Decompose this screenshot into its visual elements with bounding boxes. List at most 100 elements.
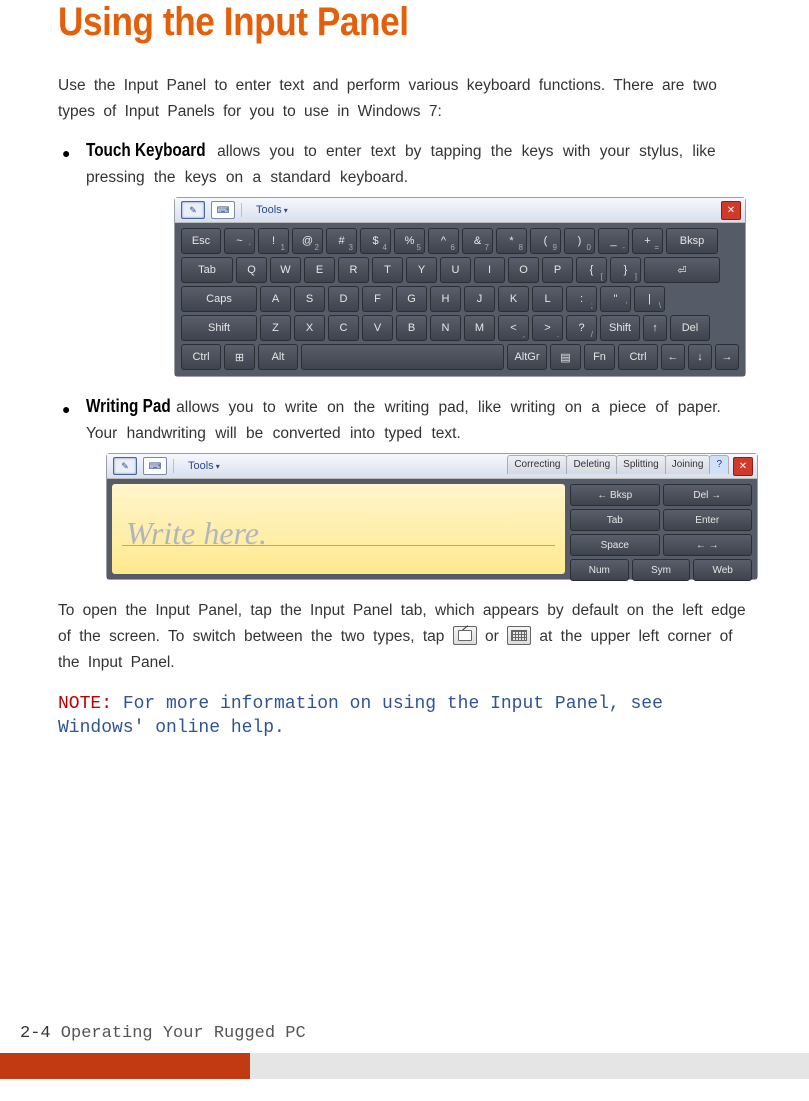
key[interactable]: < [498,315,529,341]
key[interactable]: } [610,257,641,283]
pad-key[interactable]: Space [570,534,660,556]
key[interactable]: ↑ [643,315,667,341]
key[interactable]: Z [260,315,291,341]
key[interactable]: E [304,257,335,283]
key[interactable]: @ [292,228,323,254]
key[interactable]: C [328,315,359,341]
key[interactable]: L [532,286,563,312]
key[interactable]: % [394,228,425,254]
key[interactable] [301,344,504,370]
writing-pad-panel: ✎ ⌨ Tools ▾ CorrectingDeletingSplittingJ… [106,453,758,580]
feature-writing-pad: ● Writing Pad allows you to write on the… [58,395,751,580]
key[interactable]: ⏎ [644,257,720,283]
intro-text: Use the Input Panel to enter text and pe… [58,73,751,125]
key[interactable]: T [372,257,403,283]
tools-menu[interactable]: Tools ▾ [256,204,288,216]
key[interactable]: Del [670,315,710,341]
key[interactable]: " [600,286,631,312]
key[interactable]: D [328,286,359,312]
tools-label: Tools [256,204,282,216]
key[interactable]: N [430,315,461,341]
help-button[interactable]: ? [709,455,729,474]
key[interactable]: Alt [258,344,298,370]
key[interactable]: U [440,257,471,283]
note-label: NOTE: [58,694,112,714]
key[interactable]: → [715,344,739,370]
key[interactable]: Shift [181,315,257,341]
key[interactable]: : [566,286,597,312]
key[interactable]: ~ [224,228,255,254]
key[interactable]: Caps [181,286,257,312]
key[interactable]: ! [258,228,289,254]
writing-area[interactable]: Write here. [112,484,565,574]
key[interactable]: & [462,228,493,254]
key[interactable]: Fn [584,344,615,370]
key[interactable]: G [396,286,427,312]
keyboard-mode-icon[interactable]: ⌨ [211,201,235,219]
pad-key[interactable]: ← → [663,534,753,556]
key[interactable]: Bksp [666,228,718,254]
key[interactable]: Ctrl [618,344,658,370]
pad-key[interactable]: Del → [663,484,753,506]
key[interactable]: { [576,257,607,283]
footer-title: Operating Your Rugged PC [51,1024,306,1043]
keyboard-keys: Esc~!@#$%^&*()_+Bksp TabQWERTYUIOP{}⏎ Ca… [175,223,745,376]
key[interactable]: F [362,286,393,312]
keyboard-mode-icon[interactable]: ⌨ [143,457,167,475]
pad-key[interactable]: Num [570,559,629,581]
note-text: For more information on using the Input … [58,694,663,738]
pad-help-tab[interactable]: Splitting [616,455,666,474]
pad-key[interactable]: Web [693,559,752,581]
key[interactable]: B [396,315,427,341]
pad-help-tab[interactable]: Deleting [566,455,617,474]
key[interactable]: _ [598,228,629,254]
key[interactable]: Esc [181,228,221,254]
key[interactable]: ⊞ [224,344,255,370]
key[interactable]: > [532,315,563,341]
key[interactable]: P [542,257,573,283]
key[interactable]: * [496,228,527,254]
open-instructions: To open the Input Panel, tap the Input P… [58,598,751,676]
key[interactable]: ^ [428,228,459,254]
close-button[interactable]: ✕ [721,201,741,220]
key[interactable]: O [508,257,539,283]
key[interactable]: S [294,286,325,312]
key[interactable]: M [464,315,495,341]
key[interactable]: I [474,257,505,283]
key[interactable]: Shift [600,315,640,341]
key[interactable]: W [270,257,301,283]
key[interactable]: H [430,286,461,312]
key[interactable]: J [464,286,495,312]
key[interactable]: ? [566,315,597,341]
pad-key[interactable]: ← Bksp [570,484,660,506]
close-button[interactable]: ✕ [733,457,753,476]
key[interactable]: Y [406,257,437,283]
pad-help-tab[interactable]: Correcting [507,455,567,474]
key[interactable]: K [498,286,529,312]
key[interactable]: # [326,228,357,254]
key[interactable]: $ [360,228,391,254]
key[interactable]: ← [661,344,685,370]
key[interactable]: R [338,257,369,283]
key[interactable]: | [634,286,665,312]
key[interactable]: ( [530,228,561,254]
key[interactable]: Ctrl [181,344,221,370]
key[interactable]: V [362,315,393,341]
key[interactable]: Q [236,257,267,283]
writing-mode-icon[interactable]: ✎ [113,457,137,475]
key[interactable]: ▤ [550,344,581,370]
pad-help-tab[interactable]: Joining [665,455,711,474]
key[interactable]: + [632,228,663,254]
pad-key[interactable]: Enter [663,509,753,531]
key[interactable]: A [260,286,291,312]
note: NOTE: For more information on using the … [58,692,751,740]
pad-key[interactable]: Sym [632,559,691,581]
tools-menu[interactable]: Tools ▾ [188,460,220,472]
key[interactable]: ↓ [688,344,712,370]
key[interactable]: AltGr [507,344,547,370]
key[interactable]: ) [564,228,595,254]
writing-mode-icon[interactable]: ✎ [181,201,205,219]
pad-key[interactable]: Tab [570,509,660,531]
key[interactable]: Tab [181,257,233,283]
key[interactable]: X [294,315,325,341]
